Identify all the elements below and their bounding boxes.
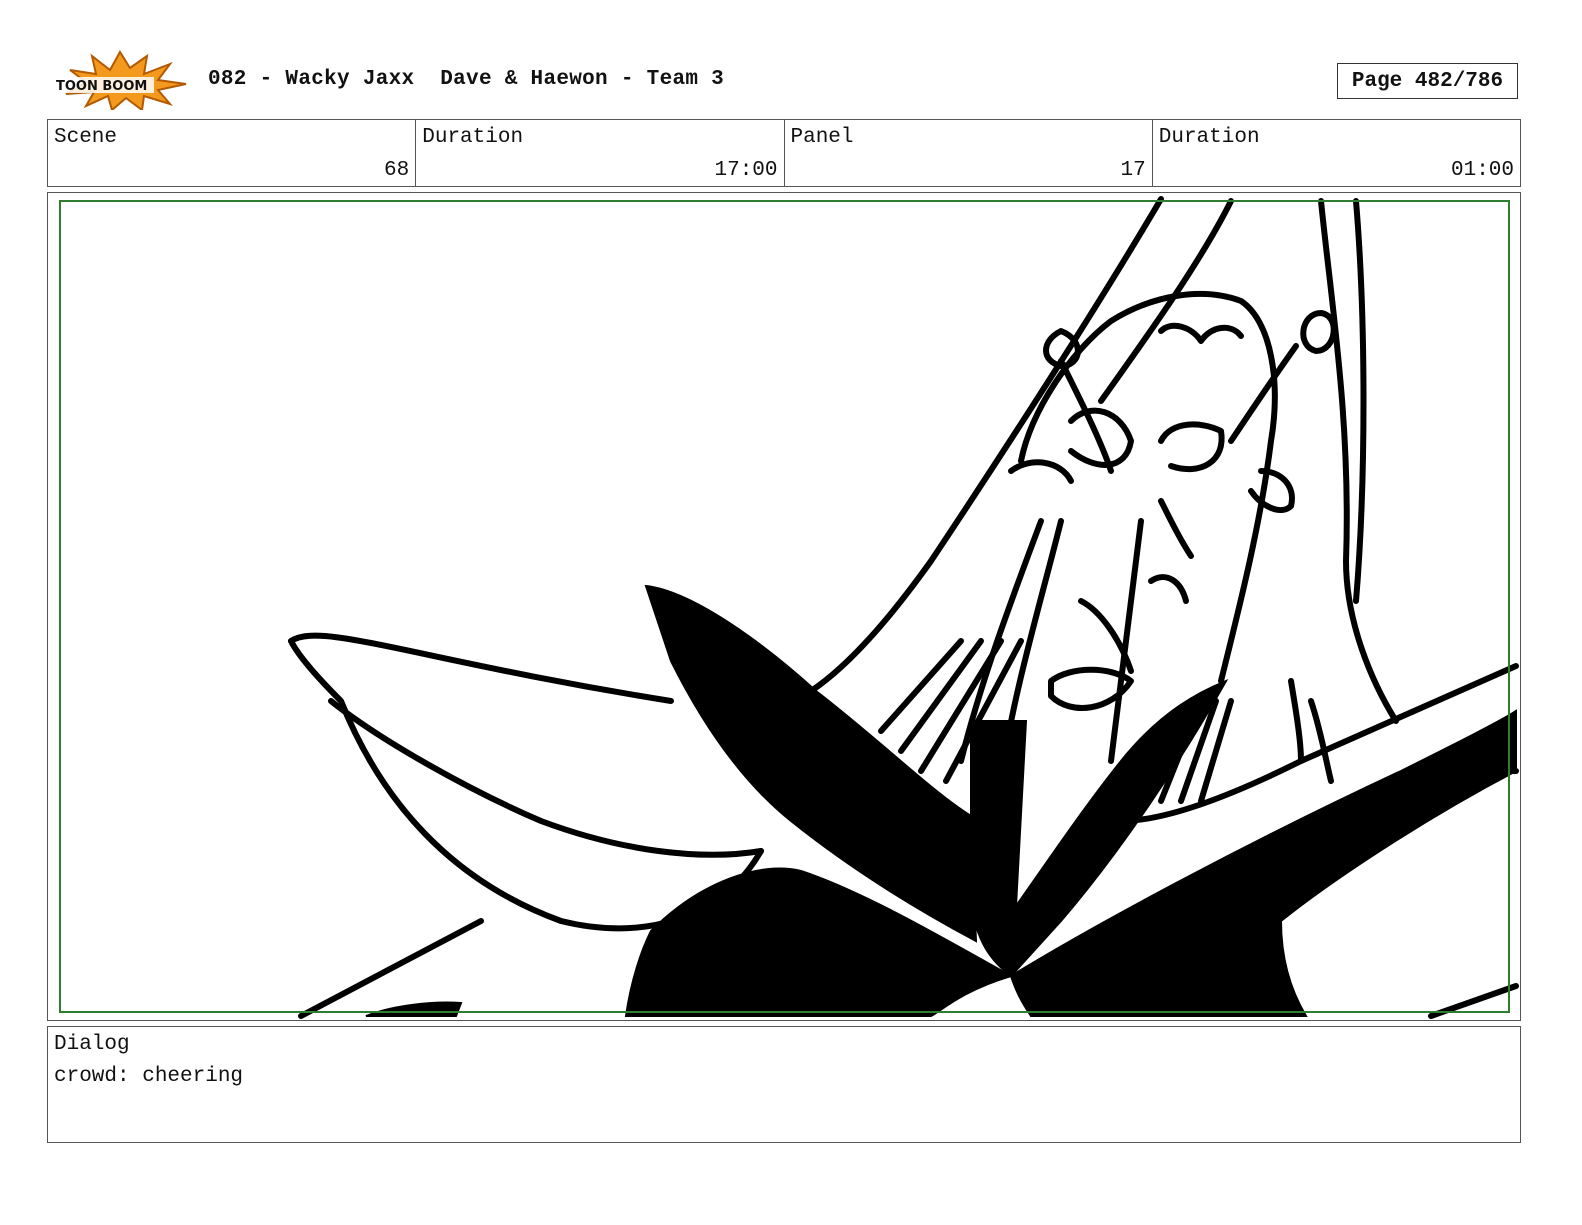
scene-value: 68 — [384, 159, 410, 182]
dialog-label: Dialog — [54, 1033, 130, 1056]
dialog-box: Dialog crowd: cheering — [47, 1026, 1521, 1143]
page-indicator: Page 482/786 — [1337, 63, 1518, 99]
panel-label: Panel — [790, 126, 854, 149]
panel-duration-value: 01:00 — [1450, 159, 1514, 182]
scene-duration-label: Duration — [422, 126, 524, 149]
scene-label: Scene — [54, 126, 118, 149]
storyboard-title: 082 - Wacky Jaxx Dave & Haewon - Team 3 — [208, 68, 725, 91]
storyboard-panel — [47, 192, 1521, 1021]
panel-cell: Panel 17 — [785, 120, 1153, 186]
panel-duration-cell: Duration 01:00 — [1153, 120, 1520, 186]
logo-text: TOON BOOM — [56, 79, 147, 94]
scene-info-row: Scene 68 Duration 17:00 Panel 17 Duratio… — [47, 119, 1521, 187]
scene-duration-value: 17:00 — [714, 159, 778, 182]
toon-boom-logo: TOON BOOM — [52, 50, 188, 112]
panel-sketch — [288, 196, 1519, 1019]
dialog-text: crowd: cheering — [54, 1065, 244, 1088]
scene-cell: Scene 68 — [48, 120, 417, 186]
scene-duration-cell: Duration 17:00 — [416, 120, 785, 186]
panel-value: 17 — [1120, 159, 1146, 182]
panel-duration-label: Duration — [1158, 126, 1260, 149]
